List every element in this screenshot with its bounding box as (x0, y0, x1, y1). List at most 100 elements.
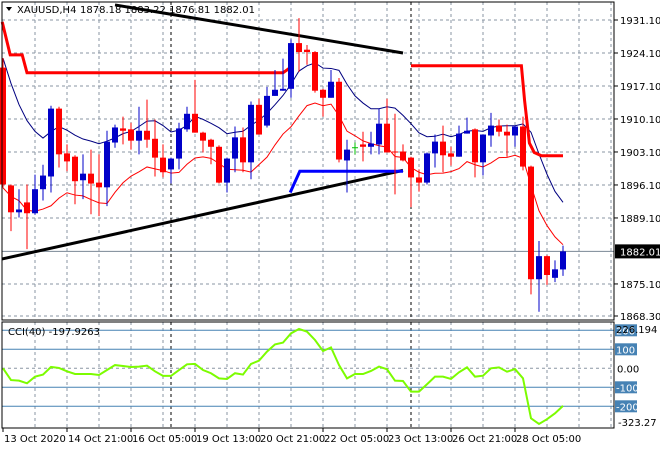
candle-body (488, 125, 494, 136)
candle (400, 144, 406, 162)
candle-body (304, 49, 310, 53)
candle-body (264, 95, 270, 126)
candle-body (224, 158, 230, 183)
candle (136, 106, 142, 155)
symbol-label: XAUUSD,H4 (17, 5, 76, 16)
price-label: 1889.10 (620, 214, 660, 225)
candle (328, 69, 334, 98)
candle-body (96, 182, 102, 188)
candle (64, 144, 70, 172)
candle-body (560, 251, 566, 270)
candle-body (16, 209, 22, 213)
cci-legend: CCI(40) -197.9263 (8, 327, 100, 338)
candle-body (40, 175, 46, 190)
cci-zero-label: 0.00 (617, 364, 639, 375)
lower-trendline[interactable] (1, 168, 404, 261)
candle (120, 116, 126, 145)
candle (104, 130, 110, 207)
candle-body (344, 149, 350, 161)
candle-body (88, 173, 94, 184)
candle-body (272, 89, 278, 96)
candle-body (192, 113, 198, 133)
chart-window[interactable]: 1931.10 1924.10 1917.10 1910.10 1903.10 1896.… (0, 0, 660, 450)
candle (144, 99, 150, 148)
candle-body (536, 256, 542, 280)
candle-body (112, 127, 118, 143)
candle (40, 164, 46, 201)
time-label: 22 Oct 05:00 (324, 434, 389, 445)
candle-body (360, 144, 366, 147)
candle (200, 131, 206, 153)
candle-body (368, 143, 374, 147)
price-label: 1903.10 (620, 148, 660, 159)
candle (56, 106, 62, 168)
time-label: 20 Oct 21:00 (260, 434, 325, 445)
candle-body (408, 157, 414, 178)
candle (8, 184, 14, 232)
candle-body (512, 126, 518, 136)
candle (232, 126, 238, 173)
price-label: 1875.10 (620, 280, 660, 291)
candle-body (184, 113, 190, 130)
candle (264, 86, 270, 128)
candle-body (80, 173, 86, 181)
candle (128, 122, 134, 150)
candle (480, 134, 486, 176)
candle-body (496, 125, 502, 132)
candle-body (544, 256, 550, 275)
candle (320, 88, 326, 117)
candle (424, 152, 430, 185)
candle (488, 112, 494, 147)
triangle-down-icon[interactable] (6, 7, 12, 11)
time-label: 23 Oct 13:00 (388, 434, 453, 445)
candle-body (416, 177, 422, 183)
candle-body (400, 151, 406, 161)
candle-body (456, 133, 462, 157)
candle-body (160, 157, 166, 173)
candle-body (448, 153, 454, 157)
candle-body (248, 104, 254, 163)
cci-level-label: -200 (616, 402, 639, 413)
time-label: 19 Oct 13:00 (196, 434, 261, 445)
candle-body (24, 202, 30, 214)
time-label: 13 Oct 2020 (4, 434, 66, 445)
time-label: 16 Oct 05:00 (132, 434, 197, 445)
candle (112, 124, 118, 148)
price-label: 1868.30 (620, 312, 660, 323)
candle (560, 245, 566, 276)
candle-body (136, 130, 142, 141)
time-label: 26 Oct 21:00 (452, 434, 517, 445)
candle-body (504, 131, 510, 136)
candle-body (104, 141, 110, 188)
candle-body (432, 141, 438, 154)
candle-body (232, 137, 238, 159)
candle-body (472, 129, 478, 163)
candle-body (56, 108, 62, 155)
candle (216, 145, 222, 184)
cci-level-label: 100 (616, 345, 635, 356)
candle-body (552, 269, 558, 278)
candle (496, 119, 502, 137)
candle-body (120, 128, 126, 131)
candle (288, 39, 294, 98)
price-label: 1910.10 (620, 115, 660, 126)
ma-low-line (2, 102, 564, 246)
candle-body (280, 88, 286, 91)
candle-body (0, 67, 6, 185)
candle (544, 255, 550, 285)
candle-body (392, 151, 398, 153)
candle (32, 174, 38, 215)
candle (256, 98, 262, 135)
candle (456, 125, 462, 157)
candle-body (384, 123, 390, 153)
ohlc-readout: 1878.18 1883.22 1876.81 1882.01 (80, 5, 255, 16)
candle-body (328, 81, 334, 98)
candle-body (240, 137, 246, 163)
candle-body (296, 43, 302, 53)
candle-body (464, 130, 470, 134)
candle (88, 149, 94, 215)
candle-body (144, 130, 150, 140)
red-step-line-1[interactable] (0, 21, 292, 75)
time-label: 28 Oct 05:00 (516, 434, 581, 445)
candle (464, 117, 470, 134)
